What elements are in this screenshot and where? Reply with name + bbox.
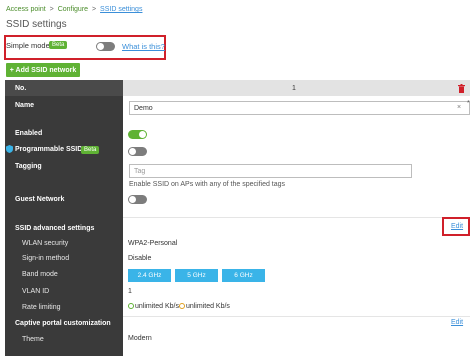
ssid-number: 1 [292, 85, 296, 92]
name-input[interactable]: Demo [129, 101, 470, 115]
theme-label: Theme [22, 336, 44, 343]
enabled-label: Enabled [15, 130, 43, 137]
simple-mode-label: Simple mode [6, 41, 50, 50]
rate-limiting-label: Rate limiting [22, 304, 61, 311]
band-5ghz: 5 GHz [175, 269, 218, 282]
section-divider [123, 217, 470, 218]
beta-badge: Beta [81, 146, 100, 154]
enabled-toggle[interactable] [128, 130, 147, 139]
band-mode-label: Band mode [22, 271, 58, 278]
breadcrumb-access-point[interactable]: Access point [6, 6, 46, 13]
name-label: Name [15, 102, 35, 109]
wlan-security-label: WLAN security [22, 240, 69, 247]
add-ssid-network-button[interactable]: + Add SSID network [6, 63, 80, 77]
tag-input[interactable]: Tag [129, 164, 412, 178]
breadcrumb-separator: > [92, 6, 97, 13]
breadcrumb: Access point > Configure > SSID settings [6, 6, 142, 13]
name-input-value: Demo [134, 104, 153, 112]
tagging-help-text: Enable SSID on APs with any of the speci… [129, 181, 286, 188]
settings-value-column [123, 80, 470, 356]
clear-icon[interactable]: × [457, 104, 461, 111]
breadcrumb-ssid-settings[interactable]: SSID settings [100, 6, 142, 13]
edit-highlight [442, 217, 470, 236]
page-title: SSID settings [6, 19, 67, 30]
breadcrumb-separator: > [49, 6, 54, 13]
wlan-security-value: WPA2-Personal [128, 240, 178, 247]
guest-network-label: Guest Network [15, 196, 65, 203]
ssid-settings-panel: No. 1 Name Demo × * Enabled Programmable… [5, 80, 470, 356]
required-asterisk: * [467, 100, 470, 107]
upload-rate: unlimited Kb/s [185, 303, 230, 310]
what-is-this-link[interactable]: What is this? [122, 42, 165, 51]
captive-portal-label: Captive portal customization [15, 320, 111, 327]
vlan-id-value: 1 [128, 288, 132, 295]
download-icon [128, 303, 134, 309]
tag-input-placeholder: Tag [134, 167, 146, 175]
band-2-4ghz: 2.4 GHz [128, 269, 171, 282]
programmable-ssid-toggle[interactable] [128, 147, 147, 156]
simple-mode-toggle[interactable] [96, 42, 115, 51]
captive-edit-link[interactable]: Edit [451, 319, 463, 326]
programmable-ssid-label: Programmable SSID [15, 146, 83, 153]
sign-in-method-label: Sign-in method [22, 255, 70, 262]
vlan-id-label: VLAN ID [22, 288, 50, 295]
upload-icon [178, 303, 185, 309]
band-6ghz: 6 GHz [222, 269, 265, 282]
breadcrumb-configure[interactable]: Configure [58, 6, 88, 13]
trash-icon[interactable] [458, 84, 465, 93]
download-rate: unlimited Kb/s [135, 303, 179, 310]
shield-icon [6, 145, 13, 153]
tagging-label: Tagging [15, 163, 42, 170]
guest-network-toggle[interactable] [128, 195, 147, 204]
theme-value: Modern [128, 335, 152, 342]
rate-limiting-value: unlimited Kb/s unlimited Kb/s [128, 303, 230, 310]
section-divider [123, 316, 470, 317]
header-no-label: No. [15, 85, 27, 92]
sign-in-method-value: Disable [128, 255, 152, 262]
settings-label-column [5, 80, 123, 356]
beta-badge: Beta [49, 41, 68, 49]
ssid-advanced-settings-label: SSID advanced settings [15, 225, 95, 232]
